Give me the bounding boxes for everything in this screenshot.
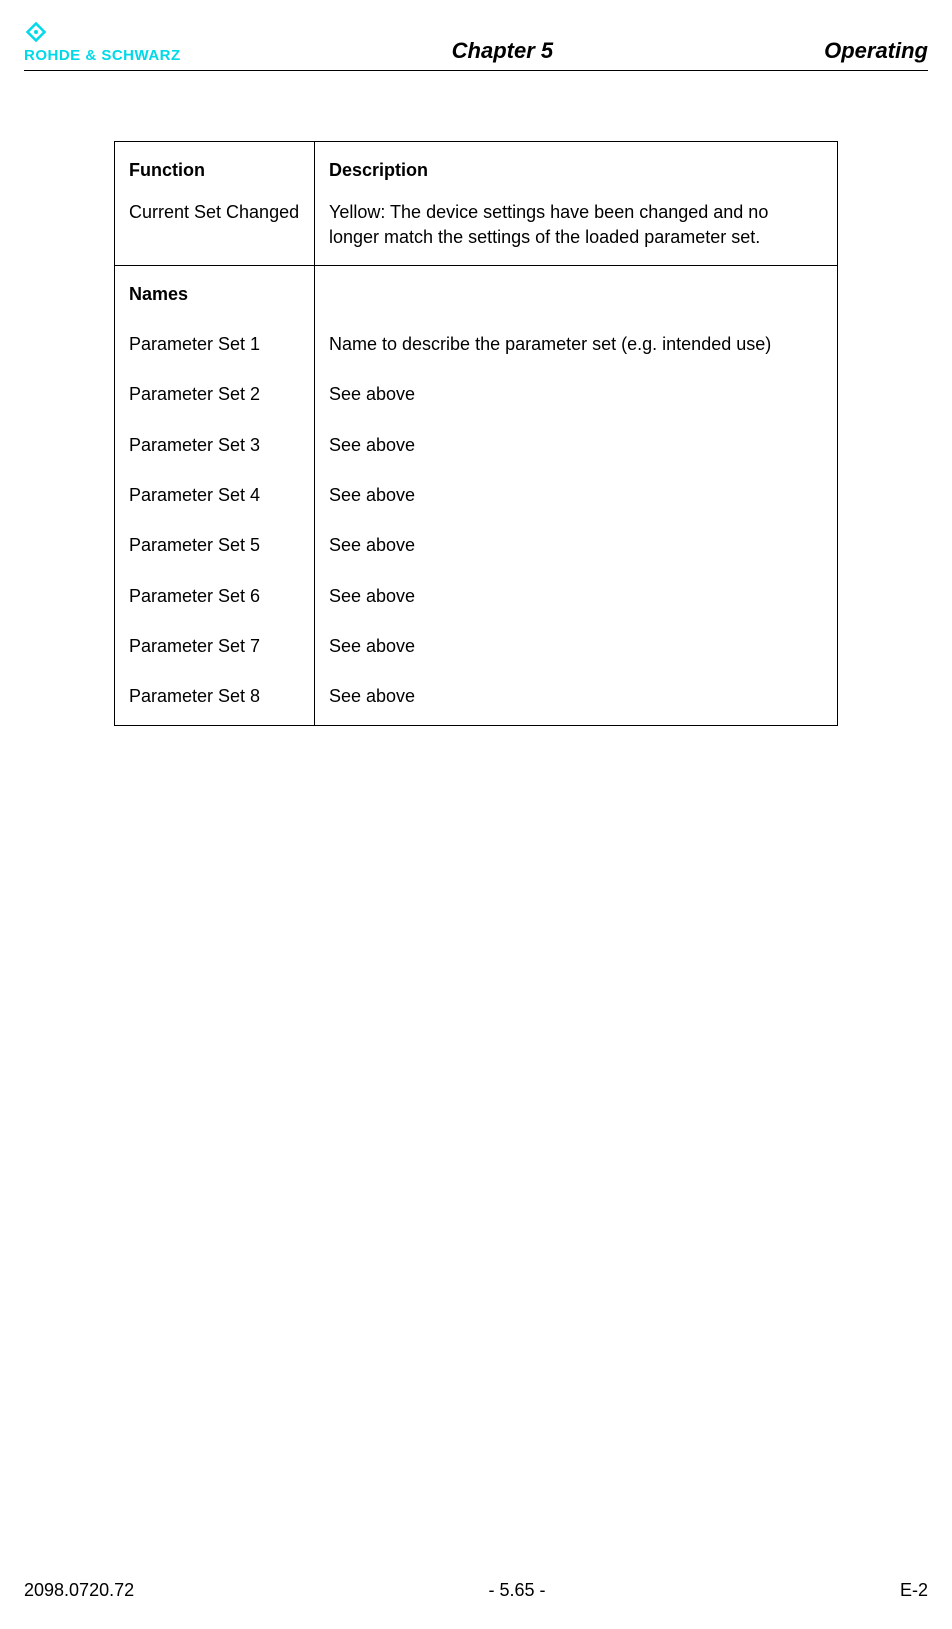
column-header-description: Description [329, 158, 823, 182]
page-header: ROHDE & SCHWARZ Chapter 5 Operating [24, 20, 928, 71]
names-header: Names [129, 282, 300, 306]
footer-page-number: - 5.65 - [489, 1580, 546, 1601]
section-title: Operating [824, 38, 928, 64]
logo-diamond-icon [24, 20, 48, 49]
footer-revision: E-2 [900, 1580, 928, 1601]
list-item: See above [329, 684, 823, 708]
list-item: See above [329, 533, 823, 557]
function-label: Current Set Changed [129, 200, 300, 224]
table-cell-function: Function Current Set Changed [115, 142, 315, 266]
column-header-function: Function [129, 158, 300, 182]
list-item: Parameter Set 8 [129, 684, 300, 708]
table-cell-description: Description Yellow: The device settings … [315, 142, 838, 266]
document-page: ROHDE & SCHWARZ Chapter 5 Operating Func… [0, 0, 952, 1629]
list-item: Parameter Set 2 [129, 382, 300, 406]
list-item: Parameter Set 4 [129, 483, 300, 507]
parameter-names-list: Parameter Set 1 Parameter Set 2 Paramete… [129, 332, 300, 708]
chapter-title: Chapter 5 [181, 38, 824, 64]
list-item: Parameter Set 7 [129, 634, 300, 658]
logo-text: ROHDE & SCHWARZ [24, 47, 181, 64]
list-item: Parameter Set 1 [129, 332, 300, 356]
list-item: Name to describe the parameter set (e.g.… [329, 332, 823, 356]
list-item: See above [329, 433, 823, 457]
page-footer: 2098.0720.72 - 5.65 - E-2 [24, 1580, 928, 1601]
table-cell-names-desc: Name to describe the parameter set (e.g.… [315, 265, 838, 725]
table-cell-names: Names Parameter Set 1 Parameter Set 2 Pa… [115, 265, 315, 725]
description-text: Yellow: The device settings have been ch… [329, 200, 823, 249]
list-item: Parameter Set 5 [129, 533, 300, 557]
list-item: Parameter Set 6 [129, 584, 300, 608]
list-item: Parameter Set 3 [129, 433, 300, 457]
spacer [329, 282, 823, 306]
table-row: Function Current Set Changed Description… [115, 142, 838, 266]
parameter-desc-list: Name to describe the parameter set (e.g.… [329, 332, 823, 708]
list-item: See above [329, 483, 823, 507]
footer-doc-number: 2098.0720.72 [24, 1580, 134, 1601]
table-row: Names Parameter Set 1 Parameter Set 2 Pa… [115, 265, 838, 725]
brand-logo: ROHDE & SCHWARZ [24, 20, 181, 64]
list-item: See above [329, 584, 823, 608]
list-item: See above [329, 634, 823, 658]
list-item: See above [329, 382, 823, 406]
content-area: Function Current Set Changed Description… [24, 71, 928, 726]
function-description-table: Function Current Set Changed Description… [114, 141, 838, 726]
